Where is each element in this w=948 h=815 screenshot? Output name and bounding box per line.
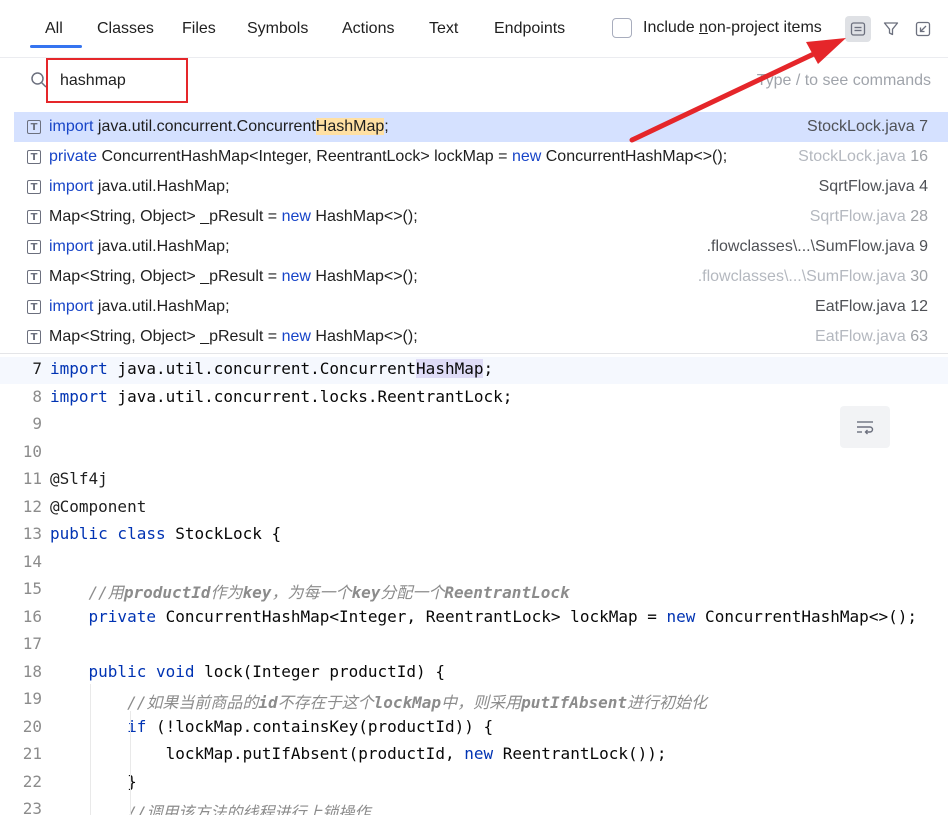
code-line: public void lock(Integer productId) {: [88, 661, 445, 681]
code-line: //调用该方法的线程进行上锁操作: [127, 803, 371, 815]
code-line: //用productId作为key，为每一个key分配一个ReentrantLo…: [88, 583, 570, 602]
indent-guide: [130, 711, 131, 815]
result-row[interactable]: Timport java.util.HashMap; .flowclasses\.…: [14, 232, 948, 262]
result-text: import java.util.HashMap;: [49, 298, 230, 315]
code-line: @Slf4j: [50, 469, 108, 488]
result-location: SqrtFlow.java 28: [809, 208, 928, 225]
result-text: Map<String, Object> _pResult = new HashM…: [49, 268, 418, 285]
result-location: .flowclasses\...\SumFlow.java 30: [697, 268, 928, 285]
text-match-icon: T: [27, 270, 41, 284]
result-row[interactable]: T Map<String, Object> _pResult = new Hash…: [14, 322, 948, 352]
text-match-icon: T: [27, 150, 41, 164]
result-row[interactable]: Timport java.util.HashMap; SqrtFlow.java …: [14, 172, 948, 202]
line-number: 15: [22, 579, 42, 598]
line-number: 23: [22, 799, 42, 815]
result-row[interactable]: T Map<String, Object> _pResult = new Hash…: [14, 262, 948, 292]
line-number: 7: [32, 359, 42, 378]
line-number: 14: [22, 551, 42, 571]
result-text: Map<String, Object> _pResult = new HashM…: [49, 208, 418, 225]
soft-wrap-button[interactable]: [840, 406, 890, 448]
include-non-project-label: Include non-project items: [643, 19, 822, 36]
code-preview: 7 import java.util.concurrent.ConcurrentH…: [0, 354, 948, 815]
search-tabs-bar: All Classes Files Symbols Actions Text E…: [0, 0, 948, 58]
search-input[interactable]: [46, 58, 188, 103]
code-line: lockMap.putIfAbsent(productId, new Reent…: [50, 744, 667, 763]
result-text: import java.util.concurrent.ConcurrentHa…: [49, 118, 389, 135]
result-location: EatFlow.java 12: [815, 298, 928, 315]
tab-symbols[interactable]: Symbols: [247, 20, 308, 38]
tab-actions[interactable]: Actions: [342, 20, 394, 38]
soft-wrap-icon: [857, 421, 874, 435]
line-number: 16: [22, 606, 42, 626]
line-number: 17: [22, 634, 42, 653]
result-text: import java.util.HashMap;: [49, 238, 230, 255]
line-number: 19: [22, 689, 42, 708]
active-tab-indicator: [30, 45, 82, 48]
tab-classes[interactable]: Classes: [97, 20, 154, 38]
text-match-icon: T: [27, 180, 41, 194]
result-row[interactable]: Timport java.util.HashMap; EatFlow.java 1…: [14, 292, 948, 322]
tab-all[interactable]: All: [45, 20, 63, 38]
result-text: import java.util.HashMap;: [49, 178, 230, 195]
line-number: 8: [32, 386, 42, 406]
result-location: EatFlow.java 63: [815, 328, 928, 345]
line-number: 12: [22, 496, 42, 516]
tab-endpoints[interactable]: Endpoints: [494, 20, 565, 38]
result-location: .flowclasses\...\SumFlow.java 9: [706, 238, 928, 255]
code-line: //如果当前商品的id不存在于这个lockMap中，则采用putIfAbsent…: [127, 693, 708, 712]
include-non-project-option[interactable]: Include non-project items: [612, 18, 822, 38]
indent-guide: [90, 683, 91, 815]
line-number: 13: [22, 524, 42, 543]
result-location: StockLock.java 16: [798, 148, 928, 165]
result-text: Map<String, Object> _pResult = new HashM…: [49, 328, 418, 345]
filter-icon: [883, 22, 899, 36]
line-number: 11: [22, 469, 42, 488]
include-non-project-checkbox[interactable]: [612, 18, 632, 38]
code-line: public class StockLock {: [50, 524, 282, 543]
text-match-icon: T: [27, 240, 41, 254]
code-line: import java.util.concurrent.locks.Reentr…: [50, 386, 513, 406]
code-line: if (!lockMap.containsKey(productId)) {: [127, 716, 494, 736]
result-location: SqrtFlow.java 4: [818, 178, 928, 195]
line-number: 18: [22, 661, 42, 681]
result-row[interactable]: Timport java.util.concurrent.ConcurrentH…: [14, 112, 948, 142]
line-number: 9: [32, 414, 42, 433]
code-line: private ConcurrentHashMap<Integer, Reent…: [88, 606, 917, 626]
text-match-icon: T: [27, 300, 41, 314]
tab-text[interactable]: Text: [429, 20, 458, 38]
text-match-icon: T: [27, 210, 41, 224]
tab-files[interactable]: Files: [182, 20, 216, 38]
line-number: 22: [22, 771, 42, 791]
preview-panel-icon: [850, 22, 866, 36]
text-match-icon: T: [27, 120, 41, 134]
result-row[interactable]: T Map<String, Object> _pResult = new Hash…: [14, 202, 948, 232]
line-number: 20: [22, 716, 42, 736]
open-in-window-button[interactable]: [910, 16, 936, 42]
open-in-window-icon: [915, 21, 931, 37]
code-line: }: [50, 771, 137, 791]
result-location: StockLock.java 7: [807, 118, 928, 135]
code-line: import java.util.concurrent.ConcurrentHa…: [50, 359, 494, 378]
line-number: 21: [22, 744, 42, 763]
result-text: private ConcurrentHashMap<Integer, Reent…: [49, 148, 728, 165]
result-row[interactable]: Tprivate ConcurrentHashMap<Integer, Reen…: [14, 142, 948, 172]
preview-panel-button[interactable]: [845, 16, 871, 42]
text-match-icon: T: [27, 330, 41, 344]
line-number: 10: [22, 441, 42, 461]
filter-button[interactable]: [878, 16, 904, 42]
code-line: @Component: [50, 496, 147, 516]
search-hint: Type / to see commands: [756, 72, 931, 89]
